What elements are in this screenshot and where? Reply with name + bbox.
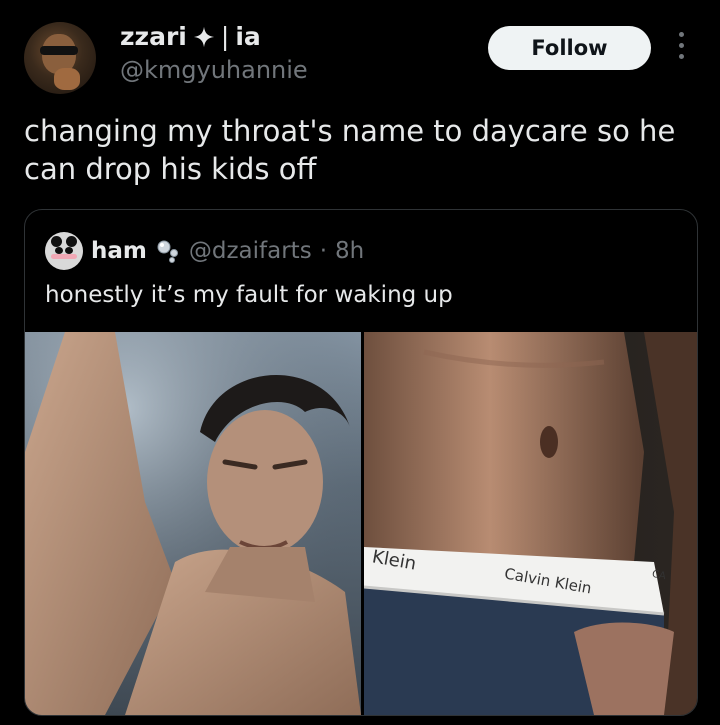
quoted-text: honestly it’s my fault for waking up xyxy=(45,282,453,308)
follow-button[interactable]: Follow xyxy=(488,26,651,70)
author-avatar[interactable] xyxy=(24,22,96,94)
quoted-time[interactable]: 8h xyxy=(335,238,364,264)
more-vertical-icon[interactable] xyxy=(674,32,688,64)
quoted-tweet[interactable]: ham @dzaifarts · 8h honestly it’s my fau… xyxy=(24,209,698,716)
author-name-row[interactable]: zzari | ia xyxy=(120,22,261,51)
author-name-suffix: ia xyxy=(235,22,261,51)
avatar-hand xyxy=(54,68,80,90)
tweet-header: zzari | ia @kmgyuhannie Follow xyxy=(0,0,720,110)
sparkle-icon xyxy=(193,26,214,47)
name-separator: | xyxy=(220,22,230,51)
tweet-text: changing my throat's name to daycare so … xyxy=(24,114,676,186)
author-display-name[interactable]: zzari xyxy=(120,22,187,51)
quoted-avatar[interactable] xyxy=(45,232,83,270)
shirtless-man-photo[interactable] xyxy=(25,332,361,715)
waistband-brand-edge: CA xyxy=(651,568,667,583)
torso-illustration xyxy=(364,332,697,715)
quoted-handle[interactable]: @dzaifarts xyxy=(189,238,312,264)
avatar-sunglasses xyxy=(40,46,78,55)
author-handle[interactable]: @kmgyuhannie xyxy=(120,56,308,84)
quoted-display-name[interactable]: ham xyxy=(91,238,147,264)
shirtless-man-illustration xyxy=(25,332,361,715)
calvin-klein-waistband-photo[interactable]: Klein Calvin Klein CA xyxy=(364,332,697,715)
quoted-header: ham @dzaifarts · 8h xyxy=(45,232,364,270)
quoted-dot: · xyxy=(319,238,327,264)
bubble-icon xyxy=(157,240,178,263)
